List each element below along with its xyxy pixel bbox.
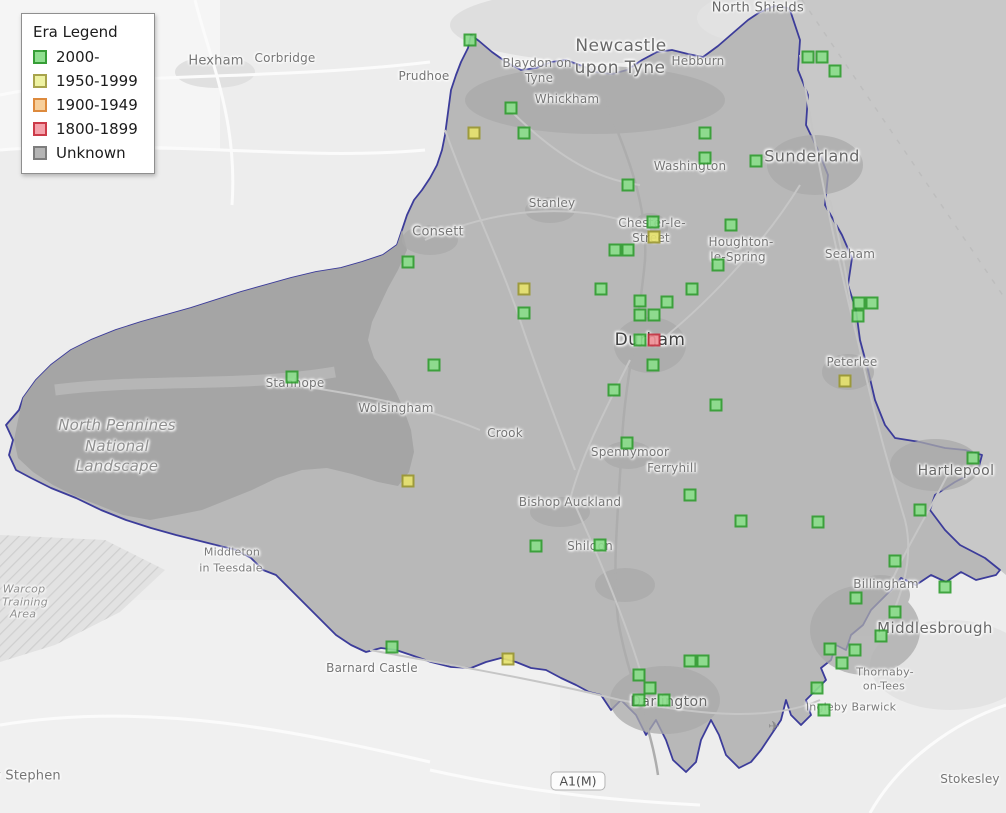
era-marker-2000-[interactable] [607,383,621,397]
era-marker-2000-[interactable] [913,503,927,517]
era-marker-2000-[interactable] [683,654,697,668]
legend-label: 1900-1949 [56,96,138,114]
era-marker-2000-[interactable] [685,282,699,296]
era-marker-2000-[interactable] [865,296,879,310]
era-marker-2000-[interactable] [620,436,634,450]
era-marker-1950-1999[interactable] [517,282,531,296]
era-marker-2000-[interactable] [698,126,712,140]
era-marker-2000-[interactable] [851,309,865,323]
legend-row: Unknown [33,144,138,162]
era-marker-2000-[interactable] [504,101,518,115]
era-marker-1950-1999[interactable] [838,374,852,388]
era-marker-2000-[interactable] [633,308,647,322]
era-marker-2000-[interactable] [401,255,415,269]
era-marker-2000-[interactable] [463,33,477,47]
era-marker-2000-[interactable] [888,605,902,619]
era-marker-2000-[interactable] [810,681,824,695]
era-marker-1950-1999[interactable] [467,126,481,140]
era-marker-2000-[interactable] [647,308,661,322]
era-marker-2000-[interactable] [817,703,831,717]
era-marker-2000-[interactable] [633,333,647,347]
era-marker-2000-[interactable] [749,154,763,168]
era-marker-2000-[interactable] [698,151,712,165]
era-marker-1950-1999[interactable] [501,652,515,666]
era-legend: Era Legend 2000- 1950-1999 1900-1949 1800-1… [21,13,155,174]
legend-swatch [33,50,47,64]
era-marker-2000-[interactable] [646,358,660,372]
era-marker-2000-[interactable] [529,539,543,553]
legend-label: Unknown [56,144,126,162]
era-marker-2000-[interactable] [385,640,399,654]
era-marker-1950-1999[interactable] [647,230,661,244]
era-marker-2000-[interactable] [285,370,299,384]
era-marker-2000-[interactable] [852,296,866,310]
legend-swatch [33,122,47,136]
legend-row: 1900-1949 [33,96,138,114]
era-marker-2000-[interactable] [608,243,622,257]
era-marker-2000-[interactable] [632,693,646,707]
era-marker-2000-[interactable] [724,218,738,232]
era-marker-2000-[interactable] [801,50,815,64]
era-marker-2000-[interactable] [874,629,888,643]
era-marker-2000-[interactable] [811,515,825,529]
legend-label: 1800-1899 [56,120,138,138]
era-marker-2000-[interactable] [657,693,671,707]
legend-title: Era Legend [33,23,118,41]
legend-row: 1800-1899 [33,120,138,138]
legend-swatch [33,146,47,160]
era-marker-2000-[interactable] [660,295,674,309]
era-marker-2000-[interactable] [966,451,980,465]
era-marker-2000-[interactable] [711,258,725,272]
era-marker-2000-[interactable] [683,488,697,502]
era-marker-2000-[interactable] [621,178,635,192]
legend-items: 2000- 1950-1999 1900-1949 1800-1899 Unknown [33,48,138,162]
era-marker-2000-[interactable] [709,398,723,412]
era-marker-2000-[interactable] [646,215,660,229]
era-marker-2000-[interactable] [594,282,608,296]
era-marker-2000-[interactable] [517,306,531,320]
era-marker-2000-[interactable] [633,294,647,308]
legend-swatch [33,74,47,88]
era-marker-2000-[interactable] [888,554,902,568]
era-marker-2000-[interactable] [815,50,829,64]
era-marker-2000-[interactable] [828,64,842,78]
era-marker-2000-[interactable] [621,243,635,257]
legend-swatch [33,98,47,112]
era-marker-2000-[interactable] [696,654,710,668]
era-marker-2000-[interactable] [848,643,862,657]
legend-row: 2000- [33,48,138,66]
map-viewport[interactable]: A1(M) ✈ North Shields Hexham Corbridge Newc… [0,0,1006,813]
era-marker-2000-[interactable] [849,591,863,605]
legend-label: 2000- [56,48,100,66]
era-marker-2000-[interactable] [427,358,441,372]
era-marker-2000-[interactable] [823,642,837,656]
era-marker-2000-[interactable] [517,126,531,140]
era-marker-2000-[interactable] [734,514,748,528]
era-marker-1800-1899[interactable] [647,333,661,347]
legend-row: 1950-1999 [33,72,138,90]
era-marker-2000-[interactable] [835,656,849,670]
era-marker-2000-[interactable] [632,668,646,682]
era-marker-1950-1999[interactable] [401,474,415,488]
legend-label: 1950-1999 [56,72,138,90]
era-marker-2000-[interactable] [593,538,607,552]
era-marker-2000-[interactable] [938,580,952,594]
